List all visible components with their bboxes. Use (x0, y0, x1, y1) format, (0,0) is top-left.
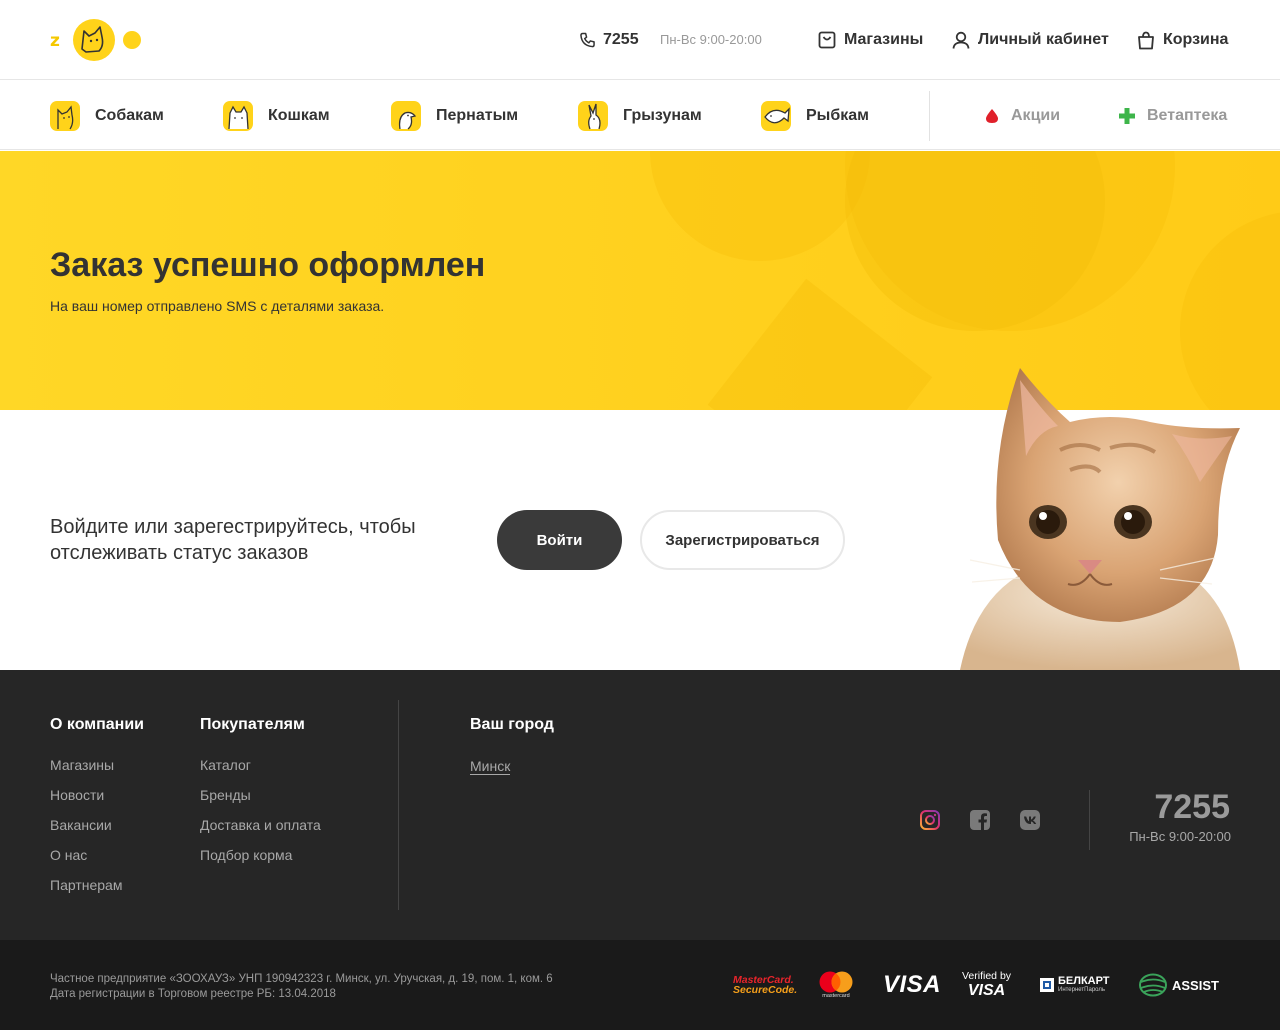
footer-link-news[interactable]: Новости (50, 787, 104, 803)
logo-dog-icon (73, 19, 115, 61)
assist-wordmark: ASSIST (1172, 977, 1219, 993)
cross-icon (1119, 108, 1135, 124)
visa-logo: VISA (883, 970, 941, 1000)
facebook-icon[interactable] (969, 809, 991, 831)
nav-label-fish: Рыбкам (806, 107, 869, 124)
nav-item-fish[interactable]: Рыбкам (761, 100, 869, 132)
page-subtitle: На ваш номер отправлено SMS с деталями з… (50, 298, 385, 314)
assist-globe-icon (1139, 973, 1167, 997)
header-account-link[interactable]: Личный кабинет (952, 28, 1109, 52)
nav-label-rodents: Грызунам (623, 107, 702, 124)
cat-icon (223, 101, 253, 131)
footer-link-partners[interactable]: Партнерам (50, 877, 122, 893)
cart-bag-icon (1138, 31, 1154, 49)
footer-link-brands[interactable]: Бренды (200, 787, 251, 803)
instagram-icon[interactable] (919, 809, 941, 831)
login-button[interactable]: Войти (497, 510, 622, 570)
legal-registration-line: Дата регистрации в Торговом реестре РБ: … (50, 988, 336, 1000)
belkart-internet-password: ИнтернетПароль (1058, 987, 1105, 993)
header-phone[interactable]: 7255 (580, 28, 639, 52)
belkart-icon (1040, 978, 1054, 992)
footer-company-title: О компании (50, 716, 144, 733)
header-phone-number: 7255 (603, 31, 639, 48)
phone-icon (580, 32, 595, 48)
footer-link-about[interactable]: О нас (50, 847, 87, 863)
logo-z-letter: z (50, 31, 60, 51)
belkart-wordmark: БЕЛКАРТ (1058, 975, 1110, 987)
header-cart-link[interactable]: Корзина (1137, 28, 1228, 52)
nav-label-sales: Акции (1011, 107, 1061, 124)
mc-securecode-line1: MasterCard. (733, 973, 794, 986)
nav-item-cats[interactable]: Кошкам (223, 100, 330, 132)
verified-by-visa-logo: Verified by VISA (962, 970, 1011, 1000)
footer-working-hours: Пн-Вс 9:00-20:00 (1129, 829, 1231, 844)
footer-link-food-selection[interactable]: Подбор корма (200, 847, 292, 863)
banner-decor-circle (650, 151, 870, 261)
nav-item-vet[interactable]: Ветаптека (1119, 107, 1227, 125)
nav-label-dogs: Собакам (95, 107, 164, 124)
site-footer: О компании Магазины Новости Вакансии О н… (0, 670, 1280, 940)
page-title: Заказ успешно оформлен (50, 246, 486, 284)
nav-label-cats: Кошкам (268, 107, 330, 124)
logo-dot (123, 31, 141, 49)
login-prompt-text: Войдите или зарегестрируйтесь, чтобы отс… (50, 516, 416, 564)
footer-city-selector[interactable]: Минск (470, 758, 511, 775)
shopping-bag-icon (818, 31, 836, 49)
belkart-logo: БЕЛКАРТ ИнтернетПароль (1040, 970, 1110, 1000)
nav-item-dogs[interactable]: Собакам (50, 100, 164, 132)
mastercard-logo: mastercard (818, 970, 854, 1000)
category-nav: Собакам Кошкам Пернатым Грызунам Рыбкам … (0, 81, 1280, 150)
nav-item-birds[interactable]: Пернатым (391, 100, 518, 132)
site-header: z 7255 Пн-Вс 9:00-20:00 Магазины Личный … (0, 0, 1280, 80)
vk-icon[interactable] (1019, 809, 1041, 831)
mc-securecode-line2: SecureCode. (733, 983, 798, 996)
footer-link-delivery[interactable]: Доставка и оплата (200, 817, 321, 833)
nav-label-vet: Ветаптека (1147, 107, 1228, 124)
register-button[interactable]: Зарегистрироваться (640, 510, 845, 570)
drop-icon (986, 109, 998, 123)
legal-info: Частное предприятие «ЗООХАУЗ» УНП 190942… (50, 972, 553, 1002)
header-hours: Пн-Вс 9:00-20:00 (660, 32, 762, 47)
nav-label-birds: Пернатым (436, 107, 519, 124)
assist-logo: ASSIST (1138, 970, 1219, 1000)
header-account-label: Личный кабинет (978, 31, 1109, 48)
footer-divider-contacts (1089, 790, 1090, 850)
mastercard-circles-icon (819, 971, 853, 992)
footer-phone-number[interactable]: 7255 (1154, 788, 1230, 827)
footer-link-vacancies[interactable]: Вакансии (50, 817, 112, 833)
header-stores-link[interactable]: Магазины (818, 28, 923, 52)
footer-link-catalog[interactable]: Каталог (200, 757, 251, 773)
footer-buyers-title: Покупателям (200, 716, 305, 733)
header-cart-label: Корзина (1163, 31, 1229, 48)
zoo-logo[interactable]: z (50, 19, 142, 61)
footer-city-title: Ваш город (470, 716, 554, 733)
bird-icon (391, 101, 421, 131)
header-stores-label: Магазины (844, 31, 924, 48)
verified-visa-text: VISA (967, 982, 1006, 999)
mastercard-wordmark: mastercard (822, 992, 850, 999)
verified-by-text: Verified by (962, 970, 1012, 982)
legal-company-line: Частное предприятие «ЗООХАУЗ» УНП 190942… (50, 973, 553, 985)
nav-divider (929, 91, 930, 141)
fish-icon (761, 101, 791, 131)
visa-wordmark: VISA (883, 971, 942, 998)
mastercard-securecode-logo: MasterCard. SecureCode. (733, 970, 797, 1000)
footer-divider (398, 700, 399, 910)
kitten-image (950, 360, 1250, 670)
nav-item-rodents[interactable]: Грызунам (578, 100, 702, 132)
user-icon (952, 31, 970, 49)
legal-bar: Частное предприятие «ЗООХАУЗ» УНП 190942… (0, 940, 1280, 1030)
nav-item-sales[interactable]: Акции (985, 107, 1060, 125)
dog-icon (50, 101, 80, 131)
footer-link-stores[interactable]: Магазины (50, 757, 114, 773)
rabbit-icon (578, 101, 608, 131)
